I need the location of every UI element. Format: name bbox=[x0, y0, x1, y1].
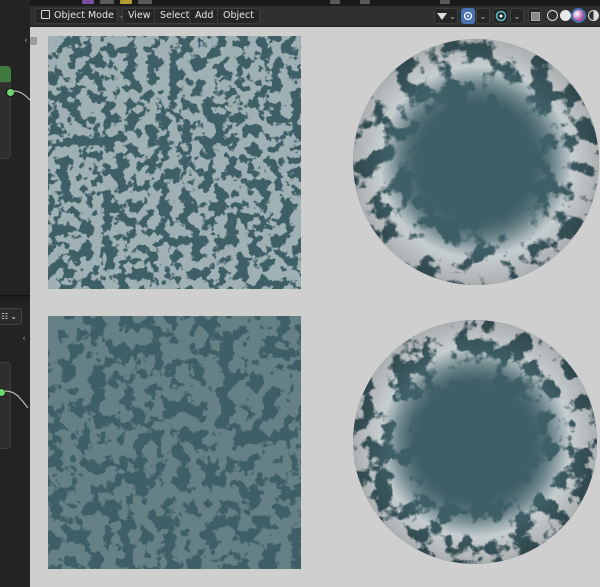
object-mode-dropdown[interactable]: Object Mode⌄ bbox=[35, 8, 126, 24]
editor-type-button[interactable]: ☷ ⌄ bbox=[0, 308, 22, 325]
node-editor-bottom[interactable]: ☷ ⌄ ‹ bbox=[0, 302, 30, 587]
solid-shading-icon[interactable] bbox=[560, 10, 571, 21]
chevron-down-icon: ⌄ bbox=[449, 11, 456, 21]
viewport-corner-handle[interactable] bbox=[30, 37, 37, 45]
chevron-down-icon: ⌄ bbox=[479, 11, 487, 21]
xray-toggle[interactable] bbox=[528, 8, 542, 24]
overlays-icon bbox=[463, 11, 473, 21]
node-link-wire-2 bbox=[4, 390, 29, 409]
status-chip bbox=[82, 0, 94, 4]
chevron-down-icon: ⌄ bbox=[10, 312, 17, 321]
wireframe-shading-icon[interactable] bbox=[547, 10, 558, 21]
status-chip bbox=[330, 0, 340, 4]
foam-texture bbox=[353, 320, 597, 564]
add-menu[interactable]: Add bbox=[189, 8, 220, 24]
overlays-toggle[interactable] bbox=[461, 8, 475, 24]
object-menu[interactable]: Object bbox=[217, 8, 260, 24]
status-chip bbox=[120, 0, 132, 4]
gizmo-dropdown[interactable]: ⌄ bbox=[510, 8, 524, 24]
node-header[interactable] bbox=[0, 66, 11, 82]
textured-sphere-bottom[interactable] bbox=[353, 320, 597, 564]
scratch-texture bbox=[48, 316, 301, 569]
status-chip bbox=[360, 0, 370, 4]
transform-pivot-dropdown[interactable]: ⌄ bbox=[434, 8, 458, 24]
gizmo-icon bbox=[495, 10, 507, 22]
status-chip bbox=[138, 0, 152, 4]
textured-sphere-top[interactable] bbox=[353, 39, 599, 285]
view-menu[interactable]: View bbox=[122, 8, 157, 24]
foam-texture bbox=[353, 39, 599, 285]
chevron-down-icon: ⌄ bbox=[513, 11, 521, 21]
status-chip bbox=[440, 0, 450, 4]
overlays-dropdown[interactable]: ⌄ bbox=[476, 8, 490, 24]
collapse-arrow-icon[interactable]: ‹ bbox=[19, 334, 29, 344]
cursor-transform-icon bbox=[437, 13, 448, 20]
textured-plane-top[interactable] bbox=[48, 36, 301, 289]
rendered-shading-icon[interactable] bbox=[588, 10, 599, 21]
object-mode-icon bbox=[41, 10, 50, 19]
viewport-3d[interactable] bbox=[30, 27, 600, 587]
xray-icon bbox=[530, 11, 540, 21]
node-link-wire bbox=[12, 90, 30, 101]
textured-plane-bottom[interactable] bbox=[48, 316, 301, 569]
viewport-header: Object Mode⌄ View Select Add Object ⌄ ⌄ … bbox=[30, 6, 600, 27]
scratch-texture bbox=[48, 36, 301, 289]
object-mode-label: Object Mode bbox=[54, 10, 114, 21]
status-chip bbox=[100, 0, 114, 4]
material-preview-icon[interactable] bbox=[573, 10, 584, 21]
gizmo-toggle[interactable] bbox=[493, 8, 509, 24]
editor-type-icon: ☷ bbox=[1, 312, 9, 321]
